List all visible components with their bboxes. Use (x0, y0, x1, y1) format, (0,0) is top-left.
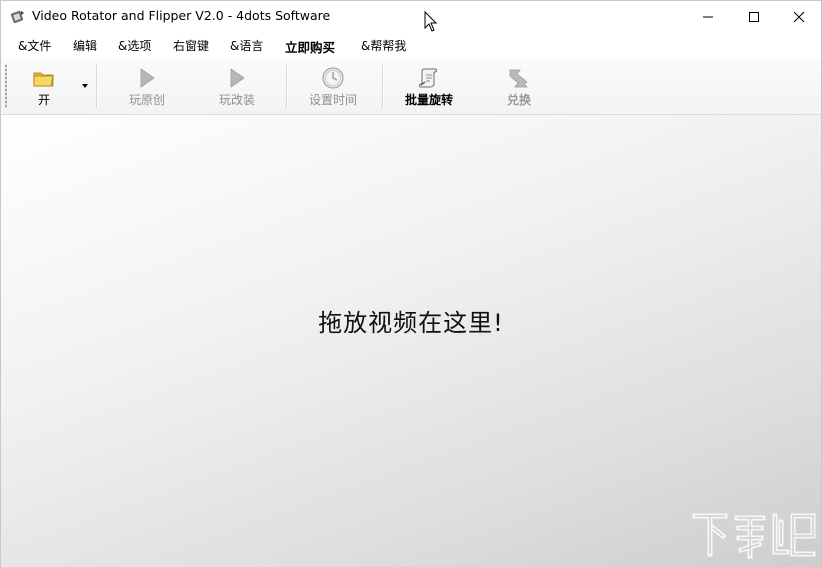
minimize-icon (703, 16, 713, 17)
menu-buy-now[interactable]: 立即购买 (285, 37, 335, 56)
toolbar-separator (286, 64, 288, 108)
menu-bar: &文件 编辑 &选项 右窗键 &语言 立即购买 &帮帮我 (1, 32, 821, 58)
toolbar-grip[interactable] (5, 64, 7, 108)
open-label: 开 (37, 93, 50, 107)
open-dropdown-arrow-icon[interactable] (82, 84, 88, 88)
set-time-label: 设置时间 (308, 93, 357, 107)
convert-label: 兑换 (506, 93, 531, 107)
maximize-button[interactable] (731, 1, 777, 32)
folder-icon (33, 72, 54, 87)
toolbar-separator (96, 64, 98, 108)
play-modified-button[interactable]: 玩改装 (207, 58, 267, 114)
menu-right-click[interactable]: 右窗键 (173, 37, 209, 54)
play-original-button[interactable]: 玩原创 (117, 58, 177, 114)
menu-file[interactable]: &文件 (18, 37, 51, 54)
app-icon (10, 10, 24, 24)
play-icon (230, 68, 245, 88)
play-modified-label: 玩改装 (218, 93, 255, 107)
menu-help[interactable]: &帮帮我 (361, 37, 406, 54)
scroll-icon (419, 68, 437, 88)
maximize-icon (749, 11, 759, 22)
open-button[interactable]: 开 (19, 58, 69, 114)
convert-button[interactable]: 兑换 (491, 58, 547, 114)
app-window: Video Rotator and Flipper V2.0 - 4dots S… (0, 0, 822, 567)
title-bar[interactable]: Video Rotator and Flipper V2.0 - 4dots S… (1, 1, 821, 32)
batch-rotate-label: 批量旋转 (404, 93, 453, 107)
video-drop-area[interactable]: 拖放视频在这里! (1, 115, 821, 567)
convert-arrow-icon (509, 69, 528, 88)
menu-edit[interactable]: 编辑 (73, 37, 97, 54)
download-site-watermark-logo (692, 513, 816, 559)
close-icon (793, 11, 805, 22)
clock-icon (322, 67, 344, 89)
toolbar-separator (382, 64, 384, 108)
minimize-button[interactable] (685, 1, 731, 32)
play-original-label: 玩原创 (128, 93, 165, 107)
drop-area-message: 拖放视频在这里! (318, 309, 504, 337)
menu-language[interactable]: &语言 (230, 37, 263, 54)
close-button[interactable] (776, 1, 822, 32)
window-title: Video Rotator and Flipper V2.0 - 4dots S… (32, 8, 331, 23)
batch-rotate-button[interactable]: 批量旋转 (398, 58, 460, 114)
toolbar: 开 玩原创 玩改装 设置时间 批量旋转 兑换 (1, 58, 821, 115)
menu-options[interactable]: &选项 (118, 37, 151, 54)
play-icon (140, 68, 155, 88)
mouse-cursor-icon (424, 11, 438, 32)
set-time-button[interactable]: 设置时间 (303, 58, 363, 114)
